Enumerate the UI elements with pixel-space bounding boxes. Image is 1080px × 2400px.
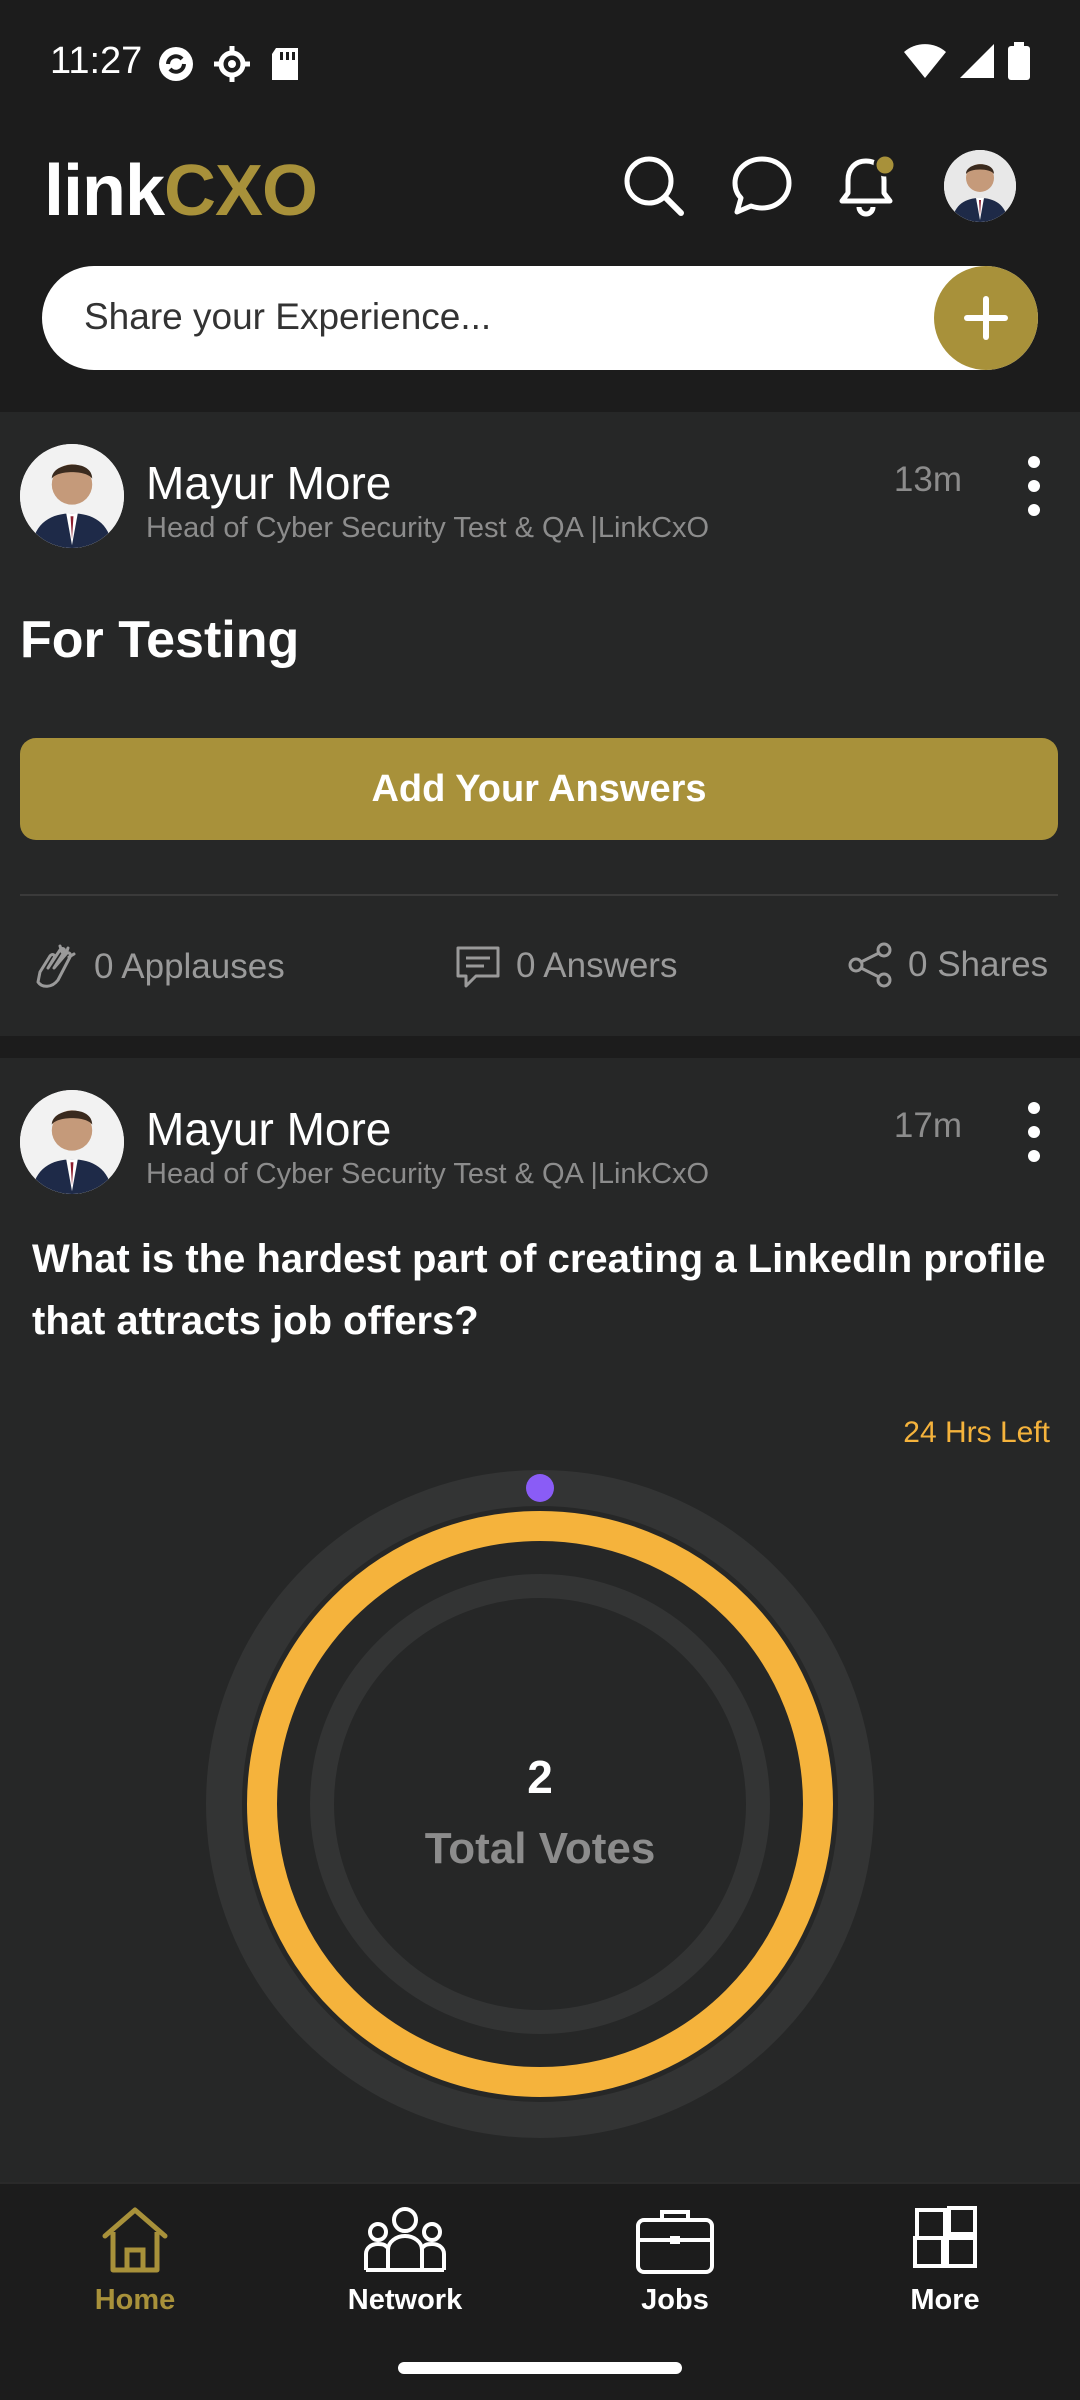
answers-count: 0 Answers <box>516 946 678 985</box>
author-name[interactable]: Mayur More <box>146 456 391 510</box>
status-notification-icons <box>156 44 302 84</box>
bell-icon <box>839 153 897 217</box>
bottom-navigation: Home Network Jobs More <box>0 2182 1080 2336</box>
poll-result-ring <box>247 1511 833 2097</box>
sd-card-icon <box>272 48 298 80</box>
messages-button[interactable] <box>726 150 798 222</box>
home-icon <box>102 2207 168 2273</box>
more-options-icon[interactable] <box>1014 456 1054 516</box>
author-title: Head of Cyber Security Test & QA |LinkCx… <box>146 1158 710 1190</box>
user-avatar-image <box>944 150 1016 222</box>
post-stats-row: 0 Applauses 0 Answers 0 Shares <box>0 942 1080 1012</box>
nav-home[interactable]: Home <box>0 2202 270 2322</box>
notifications-button[interactable] <box>830 150 902 222</box>
search-icon <box>624 156 684 216</box>
nav-more-label: More <box>910 2284 980 2316</box>
user-avatar-image <box>20 444 124 548</box>
search-button[interactable] <box>618 150 690 222</box>
app-bar: linkCXO <box>0 130 1080 280</box>
nav-more[interactable]: More <box>810 2202 1080 2322</box>
home-indicator[interactable] <box>398 2362 682 2374</box>
nav-jobs[interactable]: Jobs <box>540 2202 810 2322</box>
grid-icon <box>913 2206 977 2268</box>
more-options-icon[interactable] <box>1014 1102 1054 1162</box>
author-title: Head of Cyber Security Test & QA |LinkCx… <box>146 512 710 544</box>
divider <box>20 894 1058 896</box>
share-experience-input[interactable]: Share your Experience... <box>42 266 1038 370</box>
total-votes-label: Total Votes <box>424 1824 656 1873</box>
status-time: 11:27 <box>50 40 143 82</box>
share-action[interactable]: 0 Shares <box>848 942 1048 988</box>
poll-donut-chart <box>206 1470 874 2138</box>
author-avatar[interactable] <box>20 1090 124 1194</box>
user-avatar-image <box>20 1090 124 1194</box>
post-card-poll: Mayur More Head of Cyber Security Test &… <box>0 1058 1080 2182</box>
battery-icon <box>1008 42 1030 80</box>
logo-cxo-text: CXO <box>164 151 318 231</box>
inner-track-ring <box>310 1574 770 2034</box>
linkcxo-logo[interactable]: linkCXO <box>44 150 318 232</box>
post-heading: For Testing <box>20 611 300 669</box>
share-placeholder: Share your Experience... <box>84 296 492 337</box>
status-system-icons <box>904 42 1030 80</box>
briefcase-icon <box>636 2210 714 2274</box>
applause-action[interactable]: 0 Applauses <box>30 942 285 992</box>
comment-icon <box>456 946 500 988</box>
poll-time-left: 24 Hrs Left <box>903 1416 1050 1449</box>
shares-count: 0 Shares <box>908 945 1049 984</box>
applause-count: 0 Applauses <box>94 947 285 986</box>
poll-marker-dot <box>526 1474 554 1502</box>
author-name[interactable]: Mayur More <box>146 1102 391 1156</box>
answers-action[interactable]: 0 Answers <box>454 942 677 990</box>
nav-network-label: Network <box>347 2284 463 2316</box>
people-icon <box>364 2207 446 2272</box>
profile-avatar[interactable] <box>944 150 1016 222</box>
nav-jobs-label: Jobs <box>641 2284 709 2316</box>
nav-home-label: Home <box>94 2284 176 2316</box>
nav-network[interactable]: Network <box>270 2202 540 2322</box>
logo-link-text: link <box>44 151 165 231</box>
status-bar: 11:27 <box>0 0 1080 130</box>
signal-icon <box>960 44 994 78</box>
chat-bubble-icon <box>732 156 792 215</box>
settings-icon <box>214 46 250 82</box>
add-post-button[interactable] <box>934 266 1038 370</box>
clap-icon <box>36 944 76 988</box>
wifi-icon <box>904 44 946 78</box>
poll-question: What is the hardest part of creating a L… <box>32 1237 1046 1343</box>
sync-icon <box>159 47 193 81</box>
author-avatar[interactable] <box>20 444 124 548</box>
post-time: 17m <box>893 1106 962 1145</box>
share-icon <box>848 942 892 988</box>
post-card-question: Mayur More Head of Cyber Security Test &… <box>0 412 1080 1036</box>
add-answers-button[interactable]: Add Your Answers <box>20 738 1058 840</box>
total-votes-count: 2 <box>527 1751 553 1803</box>
post-time: 13m <box>893 460 962 499</box>
plus-icon <box>964 296 1008 340</box>
